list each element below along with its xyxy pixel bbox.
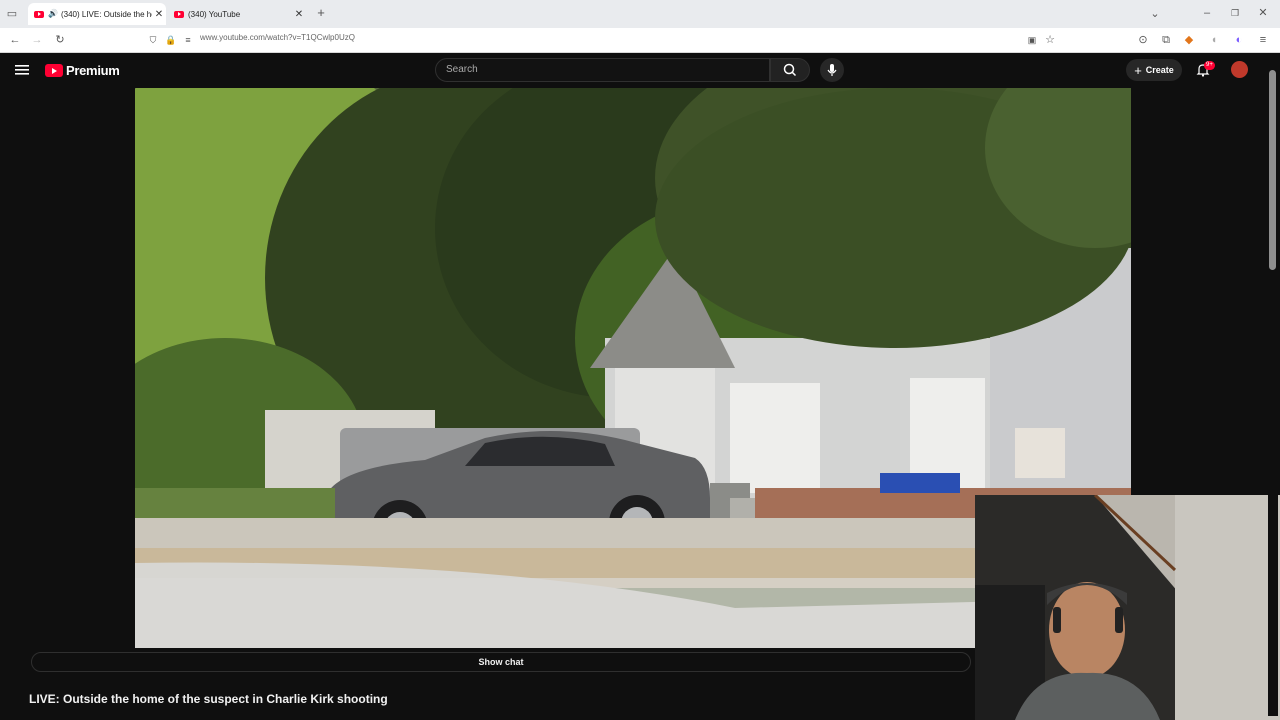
youtube-favicon-icon	[34, 10, 44, 18]
microphone-icon	[827, 64, 837, 76]
search-input[interactable]: Search	[435, 58, 770, 82]
url-field[interactable]: www.youtube.com/watch?v=T1QCwlp0UzQ	[200, 33, 355, 42]
show-chat-button[interactable]: Show chat	[31, 652, 971, 672]
webcam-overlay	[975, 495, 1280, 720]
video-title: LIVE: Outside the home of the suspect in…	[29, 692, 388, 706]
tab-overflow-icon[interactable]: ⌄	[1148, 7, 1162, 21]
close-window-icon[interactable]: ✕	[1256, 6, 1270, 20]
downloads-icon[interactable]: ⊙	[1136, 33, 1150, 47]
speaker-icon[interactable]: 🔊	[48, 7, 58, 21]
restore-icon[interactable]: ❐	[1228, 6, 1242, 20]
scrollbar-thumb[interactable]	[1269, 70, 1276, 270]
reload-icon[interactable]: ↻	[53, 33, 67, 47]
site-permissions-icon[interactable]: ≡	[182, 33, 194, 47]
search-icon	[783, 63, 797, 77]
tab-list-icon[interactable]: ▭	[5, 7, 19, 21]
audio-extension-icon[interactable]: ◖	[1207, 33, 1221, 47]
close-tab-icon[interactable]: ✕	[152, 9, 166, 20]
create-label: Create	[1145, 65, 1174, 75]
forward-icon[interactable]: →	[30, 33, 44, 47]
guide-menu-icon[interactable]	[15, 63, 29, 77]
minimize-icon[interactable]: –	[1200, 6, 1214, 20]
create-button[interactable]: + Create	[1126, 59, 1182, 81]
back-icon[interactable]: ←	[8, 33, 22, 47]
new-tab-button[interactable]: +	[314, 6, 328, 20]
shield-icon[interactable]: ⛉	[147, 33, 159, 47]
extensions-icon[interactable]: ⧉	[1159, 33, 1173, 47]
vpn-extension-icon[interactable]: ◐	[1232, 33, 1246, 47]
metamask-extension-icon[interactable]: ◆	[1182, 33, 1196, 47]
search-button[interactable]	[770, 58, 810, 82]
translate-icon[interactable]: ▣	[1025, 33, 1039, 47]
plus-icon: +	[1134, 62, 1142, 78]
account-avatar[interactable]	[1231, 61, 1248, 78]
tab-title: (340) YouTube	[188, 9, 241, 19]
lock-icon[interactable]: 🔒	[165, 33, 177, 47]
browser-menu-icon[interactable]: ≡	[1256, 33, 1270, 47]
tab-title: (340) LIVE: Outside the hor	[60, 9, 152, 19]
tab-live-video[interactable]: 🔊 (340) LIVE: Outside the hor ✕	[28, 3, 166, 25]
tab-youtube[interactable]: (340) YouTube ✕	[168, 3, 306, 25]
youtube-logo-icon[interactable]	[45, 64, 63, 77]
voice-search-button[interactable]	[820, 58, 844, 82]
bookmark-star-icon[interactable]: ☆	[1043, 33, 1057, 47]
webcam-frame	[975, 495, 1280, 720]
youtube-favicon-icon	[174, 10, 184, 18]
close-tab-icon[interactable]: ✕	[292, 9, 306, 20]
premium-logo-text[interactable]: Premium	[66, 63, 120, 78]
notification-count-badge: 9+	[1204, 61, 1215, 70]
